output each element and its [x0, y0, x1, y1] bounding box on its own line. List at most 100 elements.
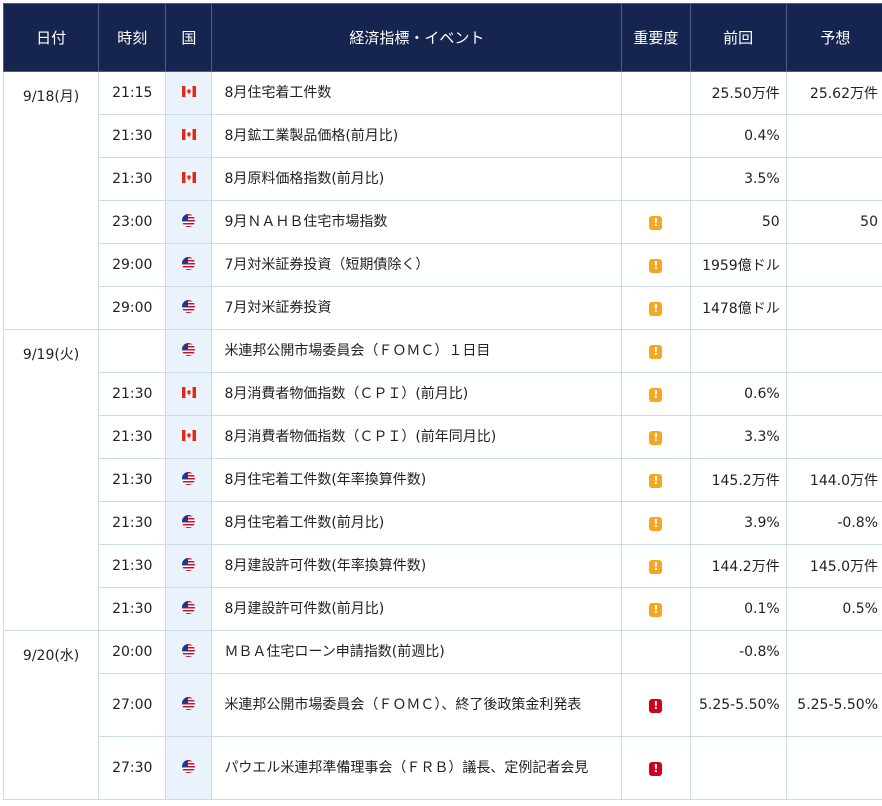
forecast-cell: -0.8%	[786, 502, 882, 545]
us-flag-icon	[181, 515, 196, 532]
canada-flag-icon	[182, 85, 196, 101]
table-row: 9/20(水)20:00ＭＢＡ住宅ローン申請指数(前週比)-0.8%	[4, 631, 882, 674]
previous-cell: 5.25-5.50%	[690, 674, 786, 737]
event-cell: 7月対米証券投資	[212, 287, 622, 330]
table-row: 21:308月建設許可件数(年率換算件数)!144.2万件145.0万件	[4, 545, 882, 588]
event-cell: 米連邦公開市場委員会（ＦＯＭＣ）、終了後政策金利発表	[212, 674, 622, 737]
country-cell	[166, 287, 212, 330]
time-cell: 27:30	[99, 737, 166, 800]
importance-cell: !	[622, 545, 690, 588]
importance-cell: !	[622, 244, 690, 287]
canada-flag-icon	[182, 429, 196, 445]
header-country: 国	[166, 4, 212, 72]
table-row: 29:007月対米証券投資!1478億ドル	[4, 287, 882, 330]
country-cell	[166, 737, 212, 800]
forecast-cell	[786, 631, 882, 674]
date-cell: 9/20(水)	[4, 631, 99, 800]
forecast-cell: 145.0万件	[786, 545, 882, 588]
forecast-cell: 0.5%	[786, 588, 882, 631]
header-forecast: 予想	[786, 4, 882, 72]
forecast-cell	[786, 244, 882, 287]
header-importance: 重要度	[622, 4, 690, 72]
time-cell: 20:00	[99, 631, 166, 674]
table-row: 29:007月対米証券投資（短期債除く）!1959億ドル	[4, 244, 882, 287]
importance-cell: !	[622, 737, 690, 800]
event-cell: 8月住宅着工件数(年率換算件数)	[212, 459, 622, 502]
time-cell: 23:00	[99, 201, 166, 244]
previous-cell	[690, 737, 786, 800]
time-cell: 21:30	[99, 158, 166, 201]
canada-flag-icon	[182, 386, 196, 402]
previous-cell: 145.2万件	[690, 459, 786, 502]
forecast-cell	[786, 737, 882, 800]
importance-cell: !	[622, 201, 690, 244]
country-cell	[166, 631, 212, 674]
importance-cell	[622, 158, 690, 201]
forecast-cell	[786, 330, 882, 373]
event-cell: 8月原料価格指数(前月比)	[212, 158, 622, 201]
us-flag-icon	[181, 214, 196, 231]
exclamation-icon: !	[649, 216, 662, 230]
table-row: 27:00米連邦公開市場委員会（ＦＯＭＣ）、終了後政策金利発表!5.25-5.5…	[4, 674, 882, 737]
event-cell: 8月消費者物価指数（ＣＰＩ）(前年同月比)	[212, 416, 622, 459]
time-cell: 21:30	[99, 588, 166, 631]
table-row: 21:308月消費者物価指数（ＣＰＩ）(前月比)!0.6%	[4, 373, 882, 416]
previous-cell: 1478億ドル	[690, 287, 786, 330]
exclamation-icon: !	[649, 474, 662, 488]
header-row: 日付 時刻 国 経済指標・イベント 重要度 前回 予想	[4, 4, 882, 72]
canada-flag-icon	[182, 171, 196, 187]
country-cell	[166, 674, 212, 737]
economic-calendar-table: 日付 時刻 国 経済指標・イベント 重要度 前回 予想 9/18(月)21:15…	[3, 3, 882, 800]
time-cell: 21:15	[99, 72, 166, 115]
date-cell: 9/19(火)	[4, 330, 99, 631]
exclamation-icon: !	[649, 603, 662, 617]
us-flag-icon	[181, 300, 196, 317]
us-flag-icon	[181, 601, 196, 618]
previous-cell: 3.3%	[690, 416, 786, 459]
importance-cell: !	[622, 287, 690, 330]
us-flag-icon	[181, 558, 196, 575]
previous-cell: 1959億ドル	[690, 244, 786, 287]
us-flag-icon	[181, 644, 196, 661]
us-flag-icon	[181, 257, 196, 274]
event-cell: パウエル米連邦準備理事会（ＦＲＢ）議長、定例記者会見	[212, 737, 622, 800]
exclamation-icon: !	[649, 345, 662, 359]
previous-cell: 25.50万件	[690, 72, 786, 115]
date-cell: 9/18(月)	[4, 72, 99, 330]
time-cell: 21:30	[99, 459, 166, 502]
time-cell: 29:00	[99, 244, 166, 287]
forecast-cell: 25.62万件	[786, 72, 882, 115]
header-date: 日付	[4, 4, 99, 72]
time-cell: 21:30	[99, 545, 166, 588]
table-row: 21:308月鉱工業製品価格(前月比)0.4%	[4, 115, 882, 158]
canada-flag-icon	[182, 128, 196, 144]
exclamation-icon: !	[649, 560, 662, 574]
forecast-cell: 144.0万件	[786, 459, 882, 502]
previous-cell: 0.1%	[690, 588, 786, 631]
country-cell	[166, 459, 212, 502]
country-cell	[166, 545, 212, 588]
forecast-cell	[786, 373, 882, 416]
previous-cell: 50	[690, 201, 786, 244]
importance-cell: !	[622, 502, 690, 545]
header-previous: 前回	[690, 4, 786, 72]
table-row: 9/18(月)21:158月住宅着工件数25.50万件25.62万件	[4, 72, 882, 115]
us-flag-icon	[181, 697, 196, 714]
importance-cell: !	[622, 459, 690, 502]
country-cell	[166, 201, 212, 244]
exclamation-icon: !	[649, 431, 662, 445]
event-cell: 8月建設許可件数(年率換算件数)	[212, 545, 622, 588]
event-cell: 8月消費者物価指数（ＣＰＩ）(前月比)	[212, 373, 622, 416]
table-row: 23:009月ＮＡＨＢ住宅市場指数!5050	[4, 201, 882, 244]
country-cell	[166, 158, 212, 201]
exclamation-icon: !	[649, 699, 662, 713]
forecast-cell	[786, 158, 882, 201]
table-row: 21:30 8月消費者物価指数（ＣＰＩ）(前年同月比)! 3.3%	[4, 416, 882, 459]
country-cell	[166, 244, 212, 287]
time-cell: 21:30	[99, 416, 166, 459]
event-cell: 8月住宅着工件数(前月比)	[212, 502, 622, 545]
importance-cell: !	[622, 330, 690, 373]
time-cell	[99, 330, 166, 373]
importance-cell	[622, 72, 690, 115]
country-cell	[166, 72, 212, 115]
